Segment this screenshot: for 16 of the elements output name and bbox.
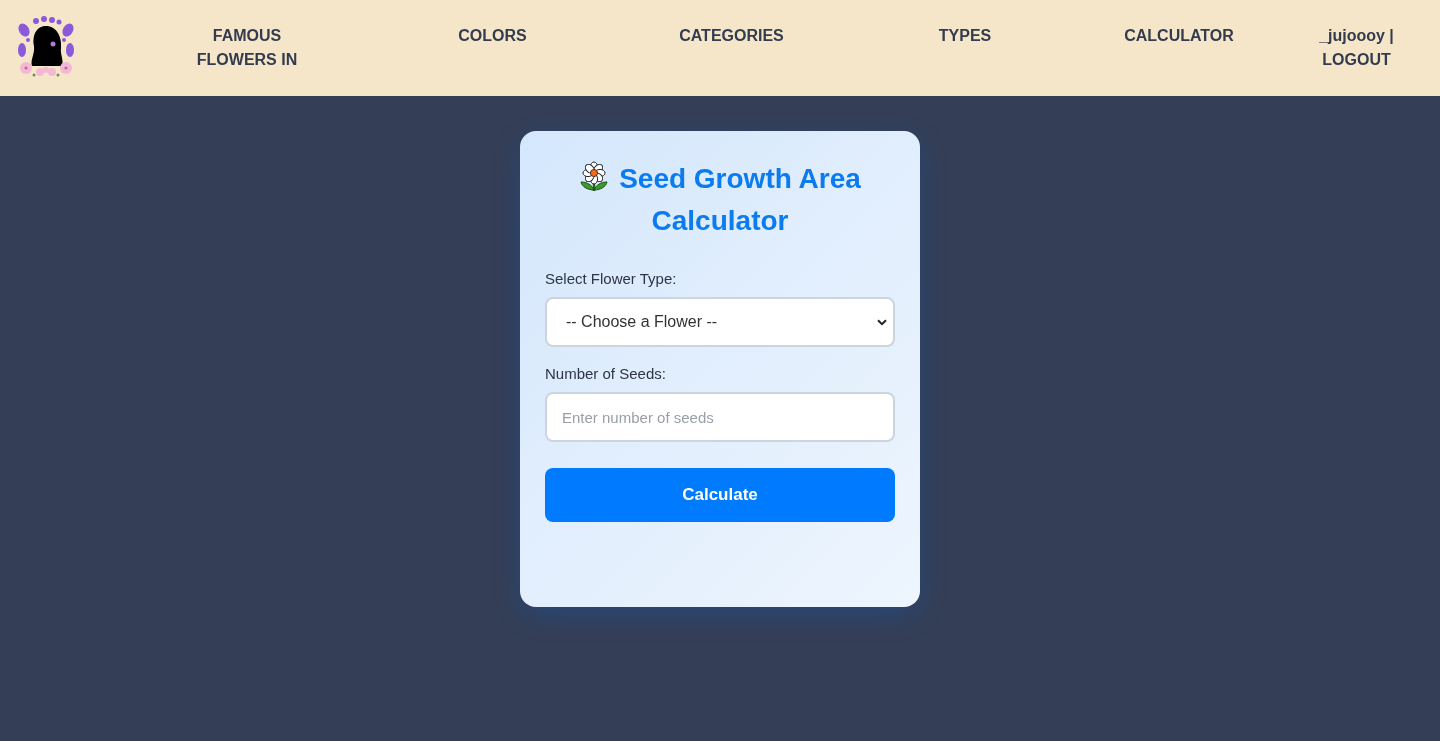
username-text: _jujoooy |	[1319, 26, 1394, 46]
field-label: Select Flower Type:	[545, 269, 678, 289]
input-field[interactable]: Enter number of seeds	[545, 392, 895, 442]
chevron-down-icon	[877, 318, 887, 326]
daisy-icon	[579, 161, 610, 193]
logo-icon	[16, 16, 76, 78]
nav-link[interactable]: FAMOUS FLOWERS IN	[187, 24, 307, 72]
nav-link[interactable]: COLORS	[458, 24, 527, 48]
field-label: Number of Seeds:	[545, 364, 667, 384]
nav-link[interactable]: TYPES	[938, 24, 992, 48]
nav-link[interactable]: CALCULATOR	[1124, 24, 1234, 48]
calculate-button[interactable]: Calculate	[545, 468, 895, 522]
logout-link[interactable]: LOGOUT	[1319, 48, 1394, 72]
nav-link[interactable]: CATEGORIES	[679, 24, 784, 48]
card-title: Seed Growth Area Calculator	[619, 163, 861, 236]
flower-select[interactable]: -- Choose a Flower --	[545, 297, 895, 347]
